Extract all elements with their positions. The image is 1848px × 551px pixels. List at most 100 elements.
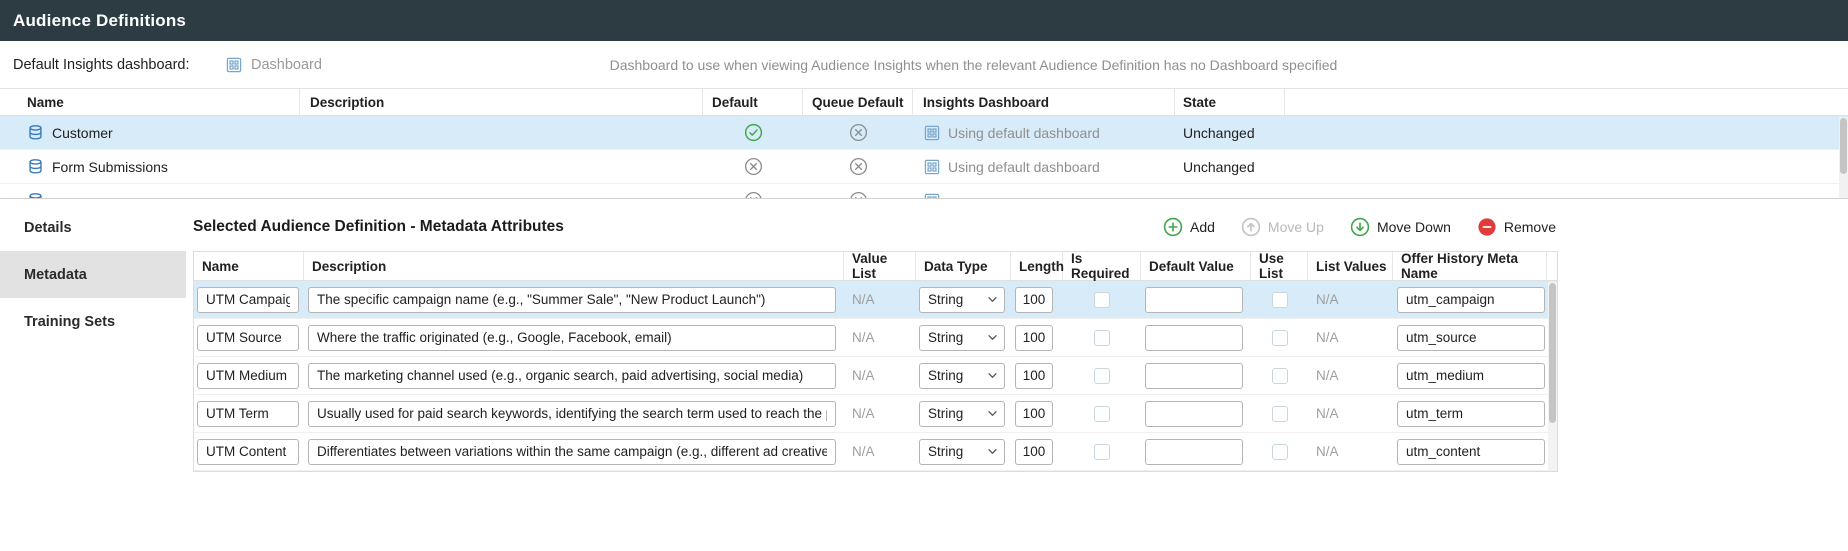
action-label: Move Down bbox=[1377, 219, 1451, 235]
default-dashboard-picker[interactable]: Dashboard bbox=[225, 56, 322, 74]
is-required-checkbox[interactable] bbox=[1094, 330, 1110, 346]
data-type-value: String bbox=[928, 330, 963, 345]
metadata-table-header: Name Description Value List Data Type Le… bbox=[194, 252, 1557, 281]
attribute-name-input[interactable] bbox=[197, 439, 299, 465]
metadata-scrollbar-thumb[interactable] bbox=[1549, 283, 1556, 423]
attribute-description-input[interactable] bbox=[308, 287, 836, 313]
metadata-row[interactable]: N/A String N/A bbox=[194, 319, 1557, 357]
default-value-input[interactable] bbox=[1145, 401, 1243, 427]
list-values-value: N/A bbox=[1308, 444, 1339, 459]
data-type-value: String bbox=[928, 292, 963, 307]
is-required-checkbox[interactable] bbox=[1094, 292, 1110, 308]
value-list-value: N/A bbox=[844, 406, 875, 421]
offer-history-meta-name-input[interactable] bbox=[1397, 287, 1545, 313]
column-header-data-type: Data Type bbox=[916, 252, 1011, 280]
definitions-table-header: Name Description Default Queue Default I… bbox=[0, 89, 1848, 116]
list-values-value: N/A bbox=[1308, 368, 1339, 383]
definition-row[interactable] bbox=[0, 184, 1848, 198]
metadata-row[interactable]: N/A String N/A bbox=[194, 433, 1557, 471]
page-title: Audience Definitions bbox=[13, 11, 186, 31]
column-header-description: Description bbox=[300, 89, 703, 115]
add-button[interactable]: Add bbox=[1163, 217, 1215, 237]
tab-training-sets[interactable]: Training Sets bbox=[0, 298, 186, 345]
length-input[interactable] bbox=[1015, 287, 1053, 313]
tab-metadata[interactable]: Metadata bbox=[0, 251, 186, 298]
data-type-select[interactable]: String bbox=[919, 325, 1005, 351]
data-type-select[interactable]: String bbox=[919, 439, 1005, 465]
default-indicator bbox=[703, 116, 803, 149]
chevron-down-icon bbox=[987, 408, 998, 419]
data-type-value: String bbox=[928, 368, 963, 383]
queue-default-indicator bbox=[803, 150, 913, 183]
database-icon bbox=[27, 124, 44, 141]
use-list-checkbox[interactable] bbox=[1272, 368, 1288, 384]
move-down-button[interactable]: Move Down bbox=[1350, 217, 1451, 237]
tab-details[interactable]: Details bbox=[0, 204, 186, 251]
length-input[interactable] bbox=[1015, 363, 1053, 389]
column-header-is-required: Is Required bbox=[1063, 252, 1141, 280]
length-input[interactable] bbox=[1015, 401, 1053, 427]
attribute-name-input[interactable] bbox=[197, 401, 299, 427]
data-type-value: String bbox=[928, 406, 963, 421]
offer-history-meta-name-input[interactable] bbox=[1397, 401, 1545, 427]
tab-label: Details bbox=[24, 220, 72, 236]
attribute-name-input[interactable] bbox=[197, 287, 299, 313]
attribute-description-input[interactable] bbox=[308, 363, 836, 389]
offer-history-meta-name-input[interactable] bbox=[1397, 325, 1545, 351]
move-up-button[interactable]: Move Up bbox=[1241, 217, 1324, 237]
action-label: Move Up bbox=[1268, 219, 1324, 235]
attribute-name-input[interactable] bbox=[197, 325, 299, 351]
attribute-description-input[interactable] bbox=[308, 401, 836, 427]
is-required-checkbox[interactable] bbox=[1094, 444, 1110, 460]
action-label: Remove bbox=[1504, 219, 1556, 235]
row-filler bbox=[1285, 184, 1848, 198]
default-value-input[interactable] bbox=[1145, 325, 1243, 351]
is-required-checkbox[interactable] bbox=[1094, 406, 1110, 422]
attribute-description-input[interactable] bbox=[308, 325, 836, 351]
metadata-row[interactable]: N/A String N/A bbox=[194, 395, 1557, 433]
list-values-value: N/A bbox=[1308, 292, 1339, 307]
definition-description bbox=[300, 150, 703, 183]
remove-button[interactable]: Remove bbox=[1477, 217, 1556, 237]
definitions-scrollbar[interactable] bbox=[1839, 117, 1848, 198]
page-header: Audience Definitions bbox=[0, 0, 1848, 41]
definition-description bbox=[300, 116, 703, 149]
column-header-use-list: Use List bbox=[1251, 252, 1308, 280]
data-type-select[interactable]: String bbox=[919, 363, 1005, 389]
data-type-value: String bbox=[928, 444, 963, 459]
use-list-checkbox[interactable] bbox=[1272, 330, 1288, 346]
default-value-input[interactable] bbox=[1145, 363, 1243, 389]
row-filler bbox=[1285, 116, 1848, 149]
default-value-input[interactable] bbox=[1145, 287, 1243, 313]
use-list-checkbox[interactable] bbox=[1272, 406, 1288, 422]
attribute-description-input[interactable] bbox=[308, 439, 836, 465]
default-indicator bbox=[703, 150, 803, 183]
dashboard-icon bbox=[923, 158, 941, 176]
attribute-name-input[interactable] bbox=[197, 363, 299, 389]
metadata-row[interactable]: N/A String N/A bbox=[194, 357, 1557, 395]
offer-history-meta-name-input[interactable] bbox=[1397, 439, 1545, 465]
definition-name: Form Submissions bbox=[52, 159, 168, 175]
definition-row[interactable]: Customer Using default dashboard Unchang… bbox=[0, 116, 1848, 150]
length-input[interactable] bbox=[1015, 439, 1053, 465]
definitions-scrollbar-thumb[interactable] bbox=[1840, 118, 1847, 174]
queue-default-indicator bbox=[803, 184, 913, 198]
is-required-checkbox[interactable] bbox=[1094, 368, 1110, 384]
definition-row[interactable]: Form Submissions Using default dashboard… bbox=[0, 150, 1848, 184]
definition-state: Unchanged bbox=[1175, 116, 1285, 149]
insights-dashboard-value: Using default dashboard bbox=[948, 159, 1100, 175]
metadata-row[interactable]: N/A String N/A bbox=[194, 281, 1557, 319]
up-icon bbox=[1241, 217, 1261, 237]
definition-state bbox=[1175, 184, 1285, 198]
column-header-state: State bbox=[1175, 89, 1285, 115]
lower-split: Details Metadata Training Sets Selected … bbox=[0, 199, 1848, 551]
tab-label: Training Sets bbox=[24, 314, 115, 330]
offer-history-meta-name-input[interactable] bbox=[1397, 363, 1545, 389]
data-type-select[interactable]: String bbox=[919, 287, 1005, 313]
use-list-checkbox[interactable] bbox=[1272, 444, 1288, 460]
use-list-checkbox[interactable] bbox=[1272, 292, 1288, 308]
length-input[interactable] bbox=[1015, 325, 1053, 351]
metadata-scrollbar[interactable] bbox=[1548, 282, 1557, 471]
data-type-select[interactable]: String bbox=[919, 401, 1005, 427]
default-value-input[interactable] bbox=[1145, 439, 1243, 465]
